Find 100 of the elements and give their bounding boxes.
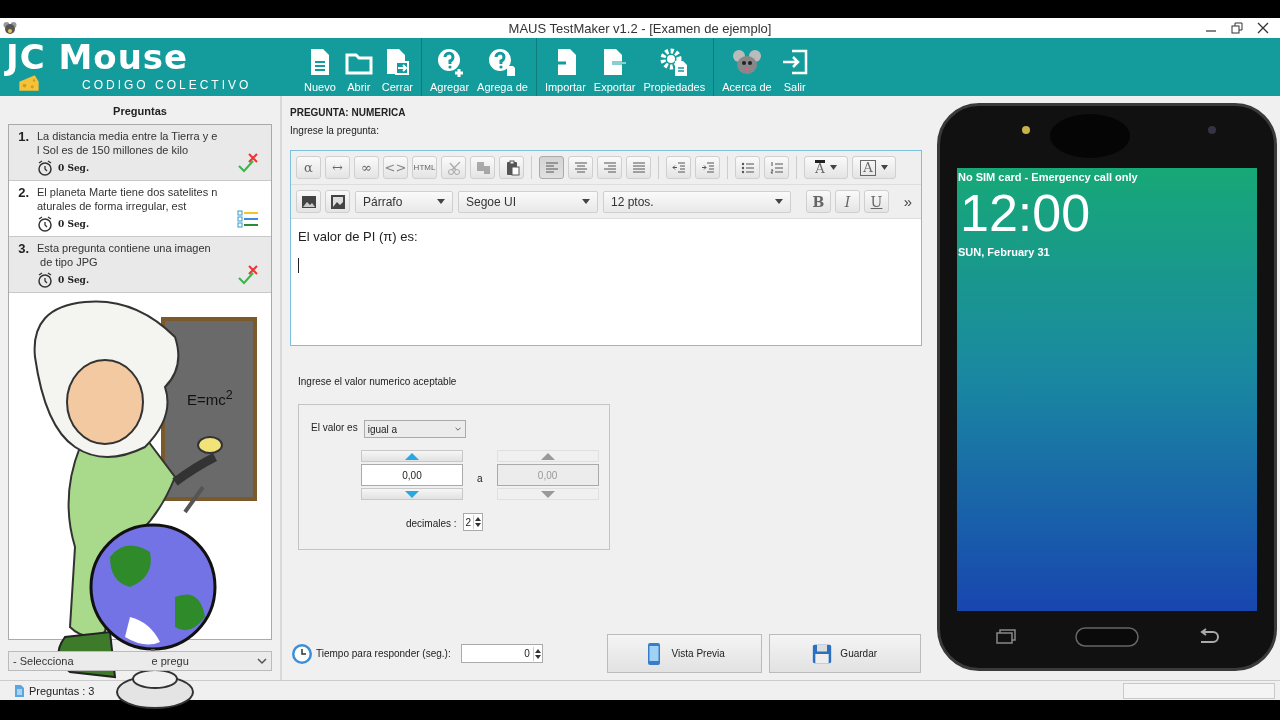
image-button[interactable] <box>296 190 321 213</box>
checklist-icon <box>237 208 259 230</box>
home-icon[interactable] <box>1075 627 1139 647</box>
board-text: E=mc$^{2}$ <box>187 388 233 408</box>
toolbar-button[interactable]: Abrir <box>339 38 378 96</box>
lock-date: SUN, February 31 <box>958 246 1050 258</box>
clock-icon <box>291 642 313 665</box>
cheese-icon <box>16 74 42 92</box>
sim-status: No SIM card - Emergency call only <box>958 171 1138 183</box>
gear-document-icon <box>659 47 690 77</box>
down-arrow-icon <box>540 490 555 498</box>
question-prompt: Ingrese la pregunta: <box>290 125 379 136</box>
comparison-dropdown[interactable]: igual a <box>363 420 466 438</box>
range-separator: a <box>477 472 483 484</box>
decimals-label: decimales : <box>406 517 457 529</box>
check-cross-icon <box>237 152 259 174</box>
restore-icon[interactable] <box>1230 21 1244 35</box>
clock-icon <box>37 272 53 288</box>
format-button[interactable]: ∞ <box>354 156 379 179</box>
question-item[interactable]: 3. Esta pregunta contiene una imagen de tipo JPG 0 Seg. <box>9 237 271 293</box>
format-button[interactable]: α <box>296 156 321 179</box>
caret-icon <box>437 199 445 204</box>
font-color-button[interactable]: A <box>804 156 848 179</box>
caret-icon <box>880 165 888 170</box>
value-label: El valor es <box>311 422 358 433</box>
mouse-icon <box>3 21 17 35</box>
more-button[interactable]: » <box>899 193 916 210</box>
align-left-button[interactable] <box>539 156 564 179</box>
front-camera <box>1208 126 1216 134</box>
toolbar-button[interactable]: Nuevo <box>300 38 340 96</box>
outdent-button[interactable] <box>666 156 691 179</box>
document-icon <box>12 683 26 698</box>
numbered-list-icon <box>768 159 785 176</box>
decrement-button[interactable] <box>361 488 463 500</box>
toolbar-button[interactable]: Propiedades <box>639 38 710 96</box>
format-button[interactable]: ↔ <box>325 156 350 179</box>
question-item[interactable]: 1. La distancia media entre la Tierra y e l Sol es de 150 millones de kilo 0 Seg. <box>9 125 271 181</box>
indent-icon <box>699 159 716 176</box>
size-dropdown[interactable]: 12 ptos. <box>603 190 791 213</box>
preview-button[interactable]: Vista Previa <box>606 634 762 673</box>
increment-button[interactable] <box>361 450 463 462</box>
check-cross-icon <box>237 264 259 286</box>
time-label: 0 Seg. <box>58 219 90 229</box>
question-type-heading: PREGUNTA: NUMERICA <box>290 107 406 118</box>
question-number: 1. <box>17 129 30 146</box>
help-document-icon <box>487 47 518 77</box>
justify-button[interactable] <box>626 156 651 179</box>
close-icon[interactable] <box>1256 21 1270 35</box>
toolbar-button[interactable]: Importar <box>540 38 590 96</box>
highlight-color-button[interactable]: A <box>852 156 896 179</box>
numbered-list-button[interactable] <box>764 156 789 179</box>
number-field[interactable]: 0,00 <box>361 464 463 486</box>
align-center-icon <box>572 159 589 176</box>
question-text: El planeta Marte tiene dos satelites n aturales de forma irregular, est <box>37 185 219 213</box>
up-arrow-icon <box>405 452 419 460</box>
save-button[interactable]: Guardar <box>768 634 921 673</box>
clock-icon <box>37 160 53 176</box>
question-type-dropdown[interactable]: - Selecciona e pregu <box>8 651 272 671</box>
chevron-icon <box>257 656 267 666</box>
mouse-icon <box>731 47 762 77</box>
image-icon <box>300 193 317 210</box>
underline-button[interactable]: U <box>864 190 889 213</box>
align-right-button[interactable] <box>597 156 622 179</box>
toolbar-button[interactable]: Acerca de <box>718 38 776 96</box>
font-dropdown[interactable]: Segoe UI <box>458 190 598 213</box>
bullet-list-button[interactable] <box>735 156 760 179</box>
align-left-icon <box>543 159 560 176</box>
align-center-button[interactable] <box>568 156 593 179</box>
caret-icon <box>582 199 590 204</box>
time-label: 0 Seg. <box>58 275 90 285</box>
format-button[interactable]: HTML <box>412 156 437 179</box>
question-content: El valor de PI (π) es: <box>298 229 418 244</box>
caret-icon <box>829 165 837 170</box>
outdent-icon <box>670 159 687 176</box>
sensor-light <box>1022 126 1030 134</box>
recents-icon[interactable] <box>995 628 1017 646</box>
paste-button[interactable] <box>499 156 524 179</box>
time-label: Tiempo para responder (seg.): <box>316 648 451 659</box>
panel-title: Preguntas <box>113 104 167 119</box>
indent-button[interactable] <box>695 156 720 179</box>
italic-button[interactable]: I <box>835 190 860 213</box>
toolbar-button[interactable]: Agregar <box>425 38 474 96</box>
scissors-icon <box>445 159 462 176</box>
question-number: 3. <box>17 241 30 258</box>
numeric-prompt: Ingrese el valor numerico aceptable <box>298 376 457 387</box>
clock-icon <box>37 216 53 232</box>
toolbar-button[interactable]: Exportar <box>589 38 640 96</box>
toolbar-button[interactable]: Cerrar <box>377 38 417 96</box>
question-count: Preguntas : 3 <box>29 684 95 697</box>
caret-icon <box>775 199 783 204</box>
image-button[interactable] <box>325 190 350 213</box>
paragraph-dropdown[interactable]: Párrafo <box>355 190 453 213</box>
up-arrow-icon <box>540 452 555 460</box>
copy-icon <box>474 159 491 176</box>
question-text: Esta pregunta contiene una imagen de tipo JPG <box>37 241 212 269</box>
bold-button[interactable]: B <box>806 190 831 213</box>
toolbar-button[interactable]: Salir <box>775 38 814 96</box>
toolbar-button[interactable]: Agrega de <box>473 38 532 96</box>
chevron-icon <box>453 426 462 432</box>
justify-icon <box>630 159 647 176</box>
